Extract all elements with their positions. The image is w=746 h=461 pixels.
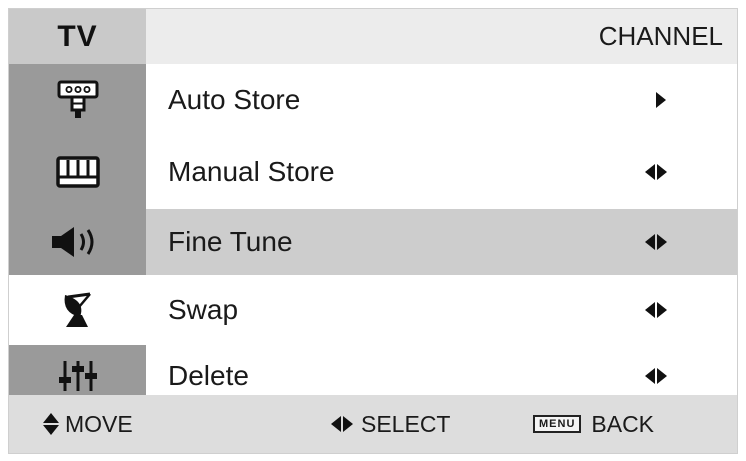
equalizer-sliders-icon — [58, 359, 98, 393]
channel-menu-list: Auto Store Manual Store Fine Tune Swap D… — [9, 64, 737, 407]
icon-cell — [9, 275, 146, 345]
select-hint: SELECT — [331, 395, 450, 453]
menu-header: TV CHANNEL — [9, 9, 737, 64]
left-right-arrow-icon — [645, 164, 667, 180]
left-right-arrow-icon — [645, 368, 667, 384]
satellite-dish-icon — [60, 291, 96, 329]
back-label: BACK — [591, 410, 655, 437]
menu-item-fine-tune[interactable]: Fine Tune — [9, 209, 737, 275]
select-label: SELECT — [361, 410, 451, 437]
menu-footer-hints: MOVE SELECT MENU BACK — [9, 395, 737, 453]
left-right-arrow-icon — [645, 234, 667, 250]
keyboard-icon — [55, 156, 100, 188]
right-arrow-icon — [655, 91, 667, 108]
icon-cell — [9, 209, 146, 275]
menu-item-manual-store[interactable]: Manual Store — [9, 135, 737, 209]
left-right-arrow-icon — [645, 302, 667, 318]
speaker-icon — [48, 225, 108, 259]
icon-cell — [9, 135, 146, 209]
source-label: TV — [9, 9, 146, 64]
back-hint: MENU BACK — [533, 395, 654, 453]
menu-item-swap[interactable]: Swap — [9, 275, 737, 345]
up-down-arrow-icon — [43, 413, 59, 435]
icon-cell — [9, 64, 146, 135]
move-hint: MOVE — [43, 395, 133, 453]
move-label: MOVE — [65, 410, 133, 437]
left-right-arrow-icon — [331, 416, 353, 432]
menu-item-auto-store[interactable]: Auto Store — [9, 64, 737, 135]
menu-item-label: Auto Store — [168, 83, 301, 115]
menu-title: CHANNEL — [598, 21, 723, 51]
menu-key-icon: MENU — [533, 415, 582, 433]
tv-osd-menu: TV CHANNEL Auto Store Manual Store Fine … — [8, 8, 738, 454]
antenna-connector-icon — [57, 80, 99, 120]
